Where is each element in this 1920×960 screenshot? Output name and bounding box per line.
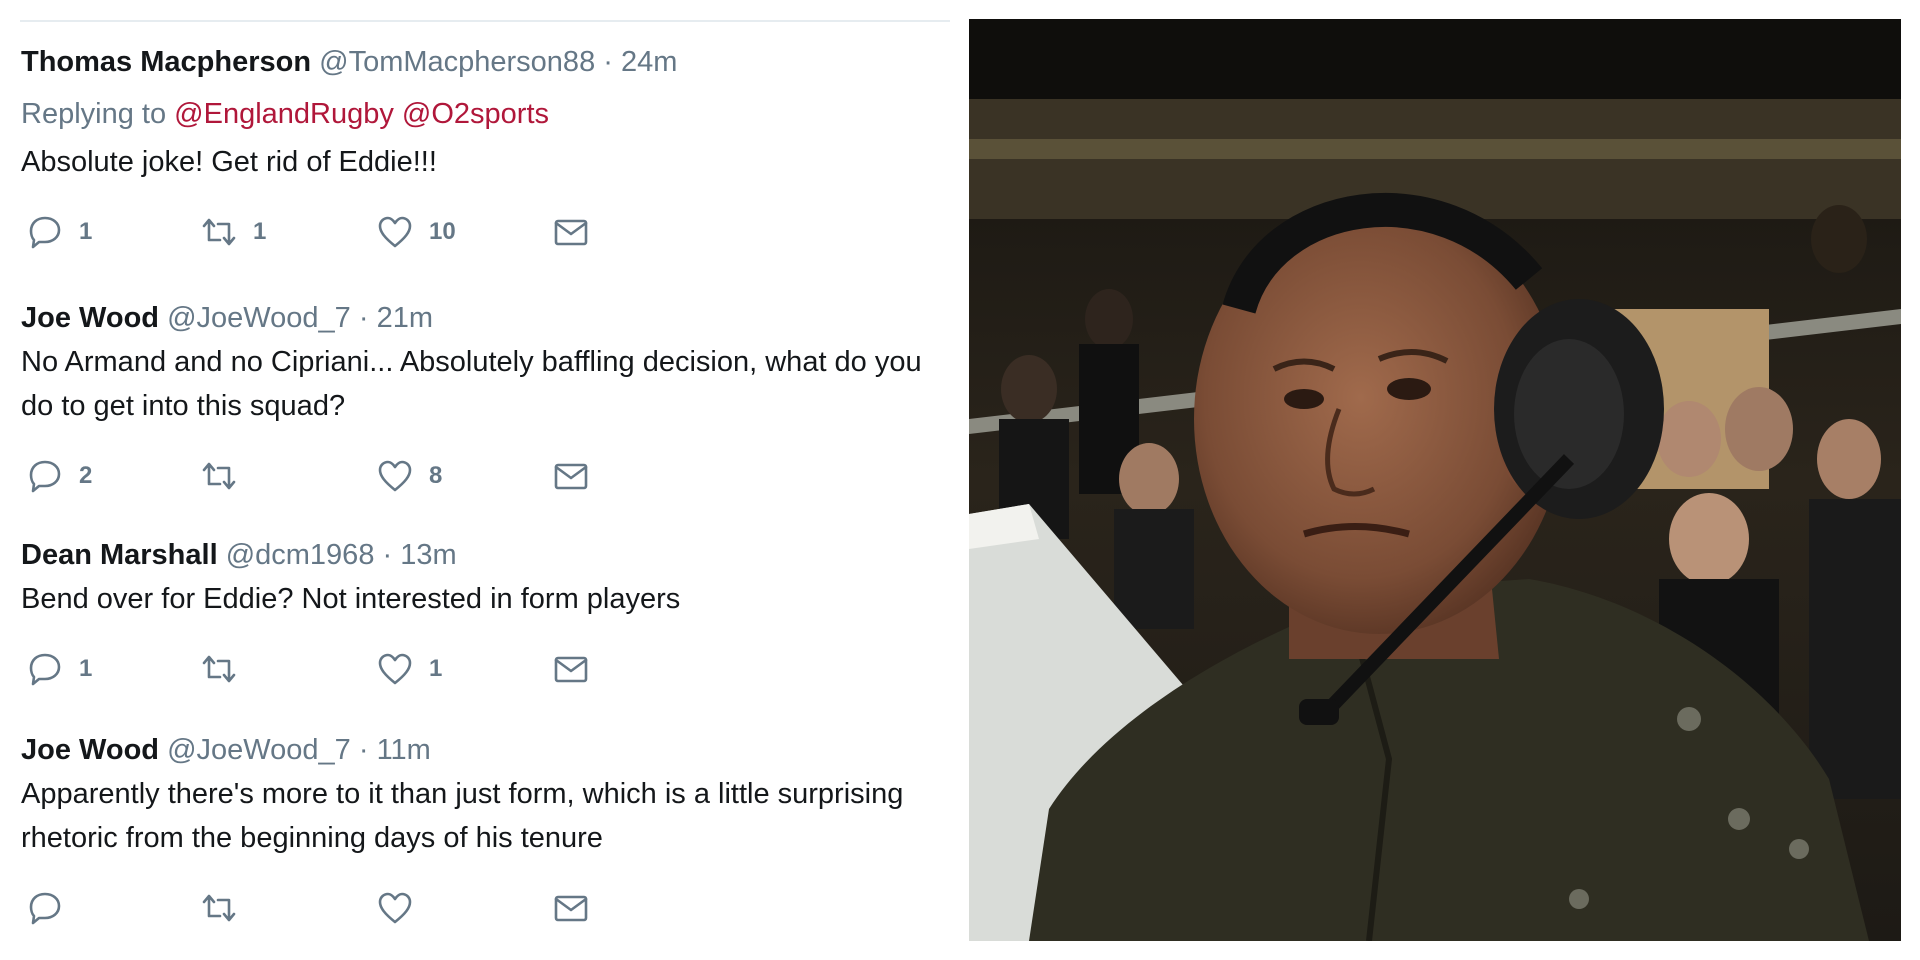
- reply-icon: [29, 216, 61, 249]
- tweet-text: Bend over for Eddie? Not interested in f…: [21, 583, 681, 615]
- author-handle[interactable]: @JoeWood_7: [167, 734, 351, 766]
- like-button[interactable]: 1: [375, 647, 442, 691]
- like-button[interactable]: 8: [375, 454, 442, 498]
- direct-message-button[interactable]: [551, 454, 591, 498]
- retweet-icon: [202, 462, 236, 490]
- direct-message-button[interactable]: [551, 647, 591, 691]
- retweet-icon: [202, 218, 236, 246]
- reply-icon: [29, 460, 61, 493]
- envelope-icon: [554, 895, 588, 922]
- separator-dot: ·: [603, 46, 613, 78]
- replying-to: Replying to @EnglandRugby @O2sports: [21, 96, 952, 132]
- author-handle[interactable]: @dcm1968: [226, 539, 375, 571]
- tweet-item: Dean Marshall @dcm1968 · 13m Bend over f…: [21, 537, 952, 691]
- author-handle[interactable]: @JoeWood_7: [167, 302, 351, 334]
- tweet-timestamp[interactable]: 24m: [621, 46, 677, 78]
- divider: [20, 20, 950, 22]
- tweet-actions: 1 1: [21, 647, 952, 691]
- retweet-count: 1: [253, 218, 267, 245]
- like-count: 1: [429, 655, 443, 682]
- heart-icon: [378, 216, 412, 248]
- retweet-icon: [202, 894, 236, 922]
- tweet-header: Thomas Macpherson @TomMacpherson88 · 24m: [21, 44, 952, 80]
- tweet-header: Joe Wood @JoeWood_7 · 11m: [21, 732, 952, 768]
- tweet-timestamp[interactable]: 11m: [377, 734, 431, 766]
- reply-count: 1: [79, 218, 93, 245]
- tweet-item: Thomas Macpherson @TomMacpherson88 · 24m…: [21, 44, 952, 254]
- tweet-timestamp[interactable]: 13m: [400, 539, 456, 571]
- photo-illustration: [969, 19, 1901, 941]
- reply-button[interactable]: [25, 886, 79, 930]
- retweet-button[interactable]: [199, 886, 253, 930]
- heart-icon: [378, 460, 412, 492]
- tweet-header: Dean Marshall @dcm1968 · 13m: [21, 537, 952, 573]
- mention-link[interactable]: @EnglandRugby: [174, 98, 394, 130]
- reply-button[interactable]: 2: [25, 454, 92, 498]
- like-count: 8: [429, 462, 443, 489]
- envelope-icon: [554, 219, 588, 246]
- tweet-timestamp[interactable]: 21m: [377, 302, 433, 334]
- tweet-text: Absolute joke! Get rid of Eddie!!!: [21, 146, 437, 178]
- reply-icon: [29, 653, 61, 686]
- mention-link[interactable]: @O2sports: [402, 98, 549, 130]
- like-count: 10: [429, 218, 456, 245]
- author-name[interactable]: Joe Wood: [21, 302, 159, 334]
- tweet-header: Joe Wood @JoeWood_7 · 21m: [21, 300, 952, 336]
- tweet-actions: [21, 886, 952, 930]
- retweet-button[interactable]: [199, 454, 253, 498]
- reply-icon: [29, 892, 61, 925]
- tweet-item: Joe Wood @JoeWood_7 · 11m Apparently the…: [21, 732, 952, 930]
- direct-message-button[interactable]: [551, 210, 591, 254]
- tweet-text: Apparently there's more to it than just …: [21, 778, 904, 854]
- like-button[interactable]: 10: [375, 210, 456, 254]
- like-button[interactable]: [375, 886, 429, 930]
- retweet-button[interactable]: 1: [199, 210, 266, 254]
- separator-dot: ·: [358, 302, 369, 334]
- tweet-thread: Thomas Macpherson @TomMacpherson88 · 24m…: [0, 0, 952, 960]
- reply-button[interactable]: 1: [25, 210, 92, 254]
- heart-icon: [378, 653, 412, 685]
- author-name[interactable]: Thomas Macpherson: [21, 46, 311, 78]
- envelope-icon: [554, 656, 588, 683]
- tweet-text: No Armand and no Cipriani... Absolutely …: [21, 346, 922, 422]
- author-handle[interactable]: @TomMacpherson88: [319, 46, 595, 78]
- envelope-icon: [554, 463, 588, 490]
- retweet-button[interactable]: [199, 647, 253, 691]
- heart-icon: [378, 892, 412, 924]
- reply-count: 1: [79, 655, 93, 682]
- retweet-icon: [202, 655, 236, 683]
- stadium-photo: [969, 19, 1901, 941]
- author-name[interactable]: Dean Marshall: [21, 539, 218, 571]
- direct-message-button[interactable]: [551, 886, 591, 930]
- reply-button[interactable]: 1: [25, 647, 92, 691]
- separator-dot: ·: [382, 539, 393, 571]
- tweet-actions: 1 1 10: [21, 210, 952, 254]
- reply-count: 2: [79, 462, 93, 489]
- author-name[interactable]: Joe Wood: [21, 734, 159, 766]
- replying-to-label: Replying to: [21, 98, 167, 130]
- tweet-actions: 2 8: [21, 454, 952, 498]
- tweet-item: Joe Wood @JoeWood_7 · 21m No Armand and …: [21, 300, 952, 498]
- separator-dot: ·: [358, 734, 369, 766]
